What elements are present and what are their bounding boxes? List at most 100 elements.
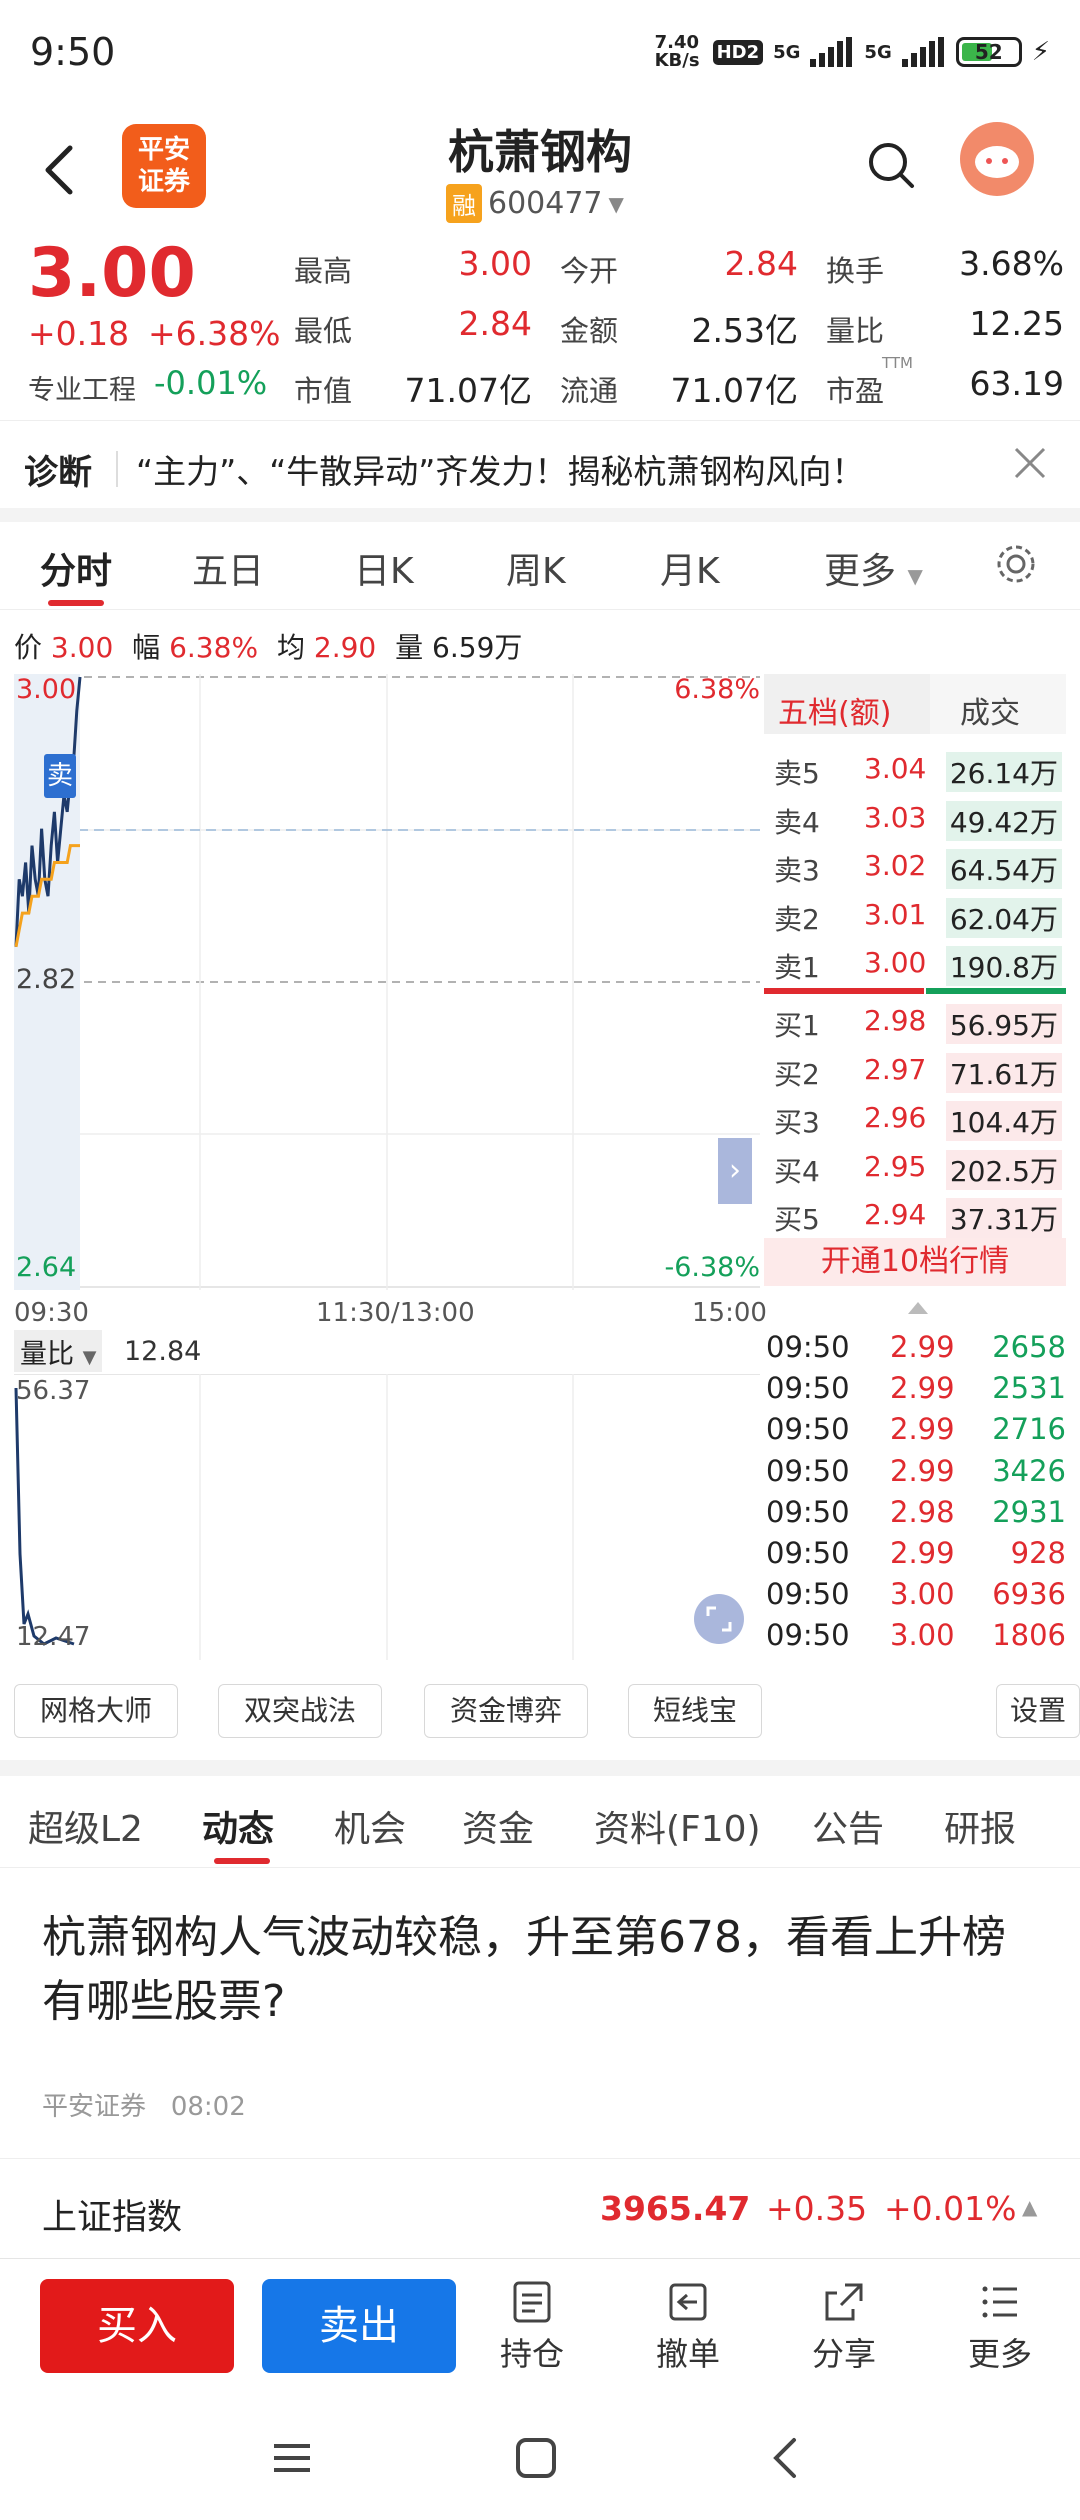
time-axis-mid: 11:30/13:00 — [316, 1298, 475, 1328]
sell-marker[interactable]: 卖 — [44, 754, 76, 798]
volume-ratio-current: 12.84 — [124, 1336, 202, 1367]
chevron-down-icon: ▼ — [82, 1347, 97, 1368]
index-name: 上证指数 — [42, 2198, 183, 2238]
trade-price: 2.99 — [890, 1412, 955, 1447]
volume-ratio-selector[interactable]: 量比 ▼ — [14, 1330, 103, 1372]
signal-icon — [810, 37, 854, 67]
asks-row[interactable]: 卖2 3.01 62.04万 — [764, 890, 1066, 938]
price-axis-top: 3.00 — [16, 674, 77, 705]
volume-ratio-bottom: 12.47 — [16, 1622, 91, 1652]
tab-more[interactable]: 更多 ▼ — [824, 542, 923, 594]
assistant-avatar-icon[interactable] — [960, 122, 1034, 196]
intraday-chart[interactable]: 卖 3.00 2.82 2.64 6.38% -6.38% › — [14, 674, 760, 1290]
signal-icon-2 — [901, 37, 946, 67]
low-label: 最低 — [294, 314, 353, 348]
trade-volume: 3426 — [992, 1453, 1066, 1488]
cancel-order-button[interactable]: 撤单 — [638, 2279, 738, 2375]
asks-row[interactable]: 卖5 3.04 26.14万 — [764, 744, 1066, 792]
bids-row[interactable]: 买5 2.94 37.31万 — [764, 1190, 1066, 1238]
stock-code-selector[interactable]: 融 600477 ▼ — [446, 184, 624, 223]
fullscreen-icon[interactable] — [694, 1594, 744, 1644]
tab-news[interactable]: 动态 — [202, 1800, 274, 1852]
net-5g-label-2: 5G — [864, 41, 892, 63]
tab-daily-k[interactable]: 日K — [354, 542, 414, 594]
price-axis-low: 2.64 — [16, 1252, 77, 1283]
index-pct: +0.01% — [884, 2189, 1017, 2228]
index-ticker[interactable]: 上证指数 3965.47 +0.35 +0.01% ▲ — [0, 2158, 1080, 2258]
chevron-up-icon[interactable]: ▲ — [1022, 2195, 1037, 2219]
asks-row[interactable]: 卖1 3.00 190.8万 — [764, 938, 1066, 986]
bids-row[interactable]: 买2 2.97 71.61万 — [764, 1045, 1066, 1093]
diagnosis-text[interactable]: “主力”、“牛散异动”齐发力！揭秘杭萧钢构风向！ — [136, 445, 864, 493]
asks-volume: 62.04万 — [945, 897, 1062, 938]
asks-row[interactable]: 卖3 3.02 64.54万 — [764, 841, 1066, 889]
amount-label: 金额 — [560, 314, 619, 348]
sector-name[interactable]: 专业工程 — [28, 368, 136, 407]
bids-price: 2.98 — [864, 1004, 927, 1037]
volume-ratio-panel[interactable]: 量比 ▼ 12.84 56.37 12.47 — [14, 1330, 760, 1660]
expand-arrow-icon[interactable]: › — [718, 1138, 752, 1204]
back-nav-icon[interactable] — [764, 2436, 808, 2480]
tool-grid-master[interactable]: 网格大师 — [14, 1684, 178, 1738]
tab-super-l2[interactable]: 超级L2 — [28, 1800, 143, 1852]
tool-capital-game[interactable]: 资金博弈 — [424, 1684, 588, 1738]
trade-time: 09:50 — [766, 1577, 850, 1612]
search-icon[interactable] — [866, 140, 916, 190]
bids-label: 买2 — [774, 1057, 820, 1091]
bids-row[interactable]: 买1 2.98 56.95万 — [764, 996, 1066, 1044]
trade-volume: 2716 — [992, 1412, 1066, 1447]
amp-label: 幅 — [132, 631, 161, 664]
settings-icon[interactable] — [994, 542, 1038, 586]
tab-f10[interactable]: 资料(F10) — [594, 1800, 761, 1852]
tool-settings[interactable]: 设置 — [996, 1684, 1080, 1738]
tab-monthly-k[interactable]: 月K — [660, 542, 720, 594]
share-button[interactable]: 分享 — [794, 2279, 894, 2375]
tab-trades[interactable]: 成交 — [930, 674, 1066, 734]
trade-row: 09:50 2.99 2531 — [766, 1371, 1066, 1412]
holdings-button[interactable]: 持仓 — [482, 2279, 582, 2375]
amount-value: 2.53亿 — [691, 311, 798, 350]
header: 平安 证券 杭萧钢构 融 600477 ▼ — [0, 110, 1080, 230]
menu-nav-icon[interactable] — [270, 2436, 314, 2480]
tab-five-levels[interactable]: 五档(额) — [764, 674, 930, 734]
tab-intraday[interactable]: 分时 — [40, 542, 112, 594]
net-5g-label: 5G — [773, 41, 801, 63]
hd-icon: HD2 — [712, 39, 764, 65]
tool-short-line[interactable]: 短线宝 — [628, 1684, 762, 1738]
asks-volume: 64.54万 — [945, 849, 1062, 889]
trade-time: 09:50 — [766, 1494, 850, 1529]
buy-button[interactable]: 买入 — [40, 2279, 234, 2373]
bids-price: 2.97 — [864, 1052, 927, 1086]
asks-row[interactable]: 卖4 3.03 49.42万 — [764, 793, 1066, 841]
chart-info-bar: 价 3.00 幅 6.38% 均 2.90 量 6.59万 — [14, 626, 522, 666]
list-icon — [513, 2281, 551, 2323]
open-10-levels-button[interactable]: 开通10档行情 — [764, 1238, 1066, 1286]
close-icon[interactable] — [1010, 443, 1050, 483]
tab-weekly-k[interactable]: 周K — [506, 542, 566, 594]
home-nav-icon[interactable] — [514, 2436, 558, 2480]
scroll-up-icon[interactable] — [906, 1298, 930, 1318]
volume-ratio-value: 12.25 — [969, 304, 1064, 343]
news-title[interactable]: 杭萧钢构人气波动较稳，升至第678，看看上升榜有哪些股票? — [42, 1906, 1042, 2034]
tool-double-break[interactable]: 双突战法 — [218, 1684, 382, 1738]
quote-panel: 3.00 +0.18 +6.38% 专业工程 -0.01% 最高 3.00 今开… — [0, 232, 1080, 420]
diagnosis-banner[interactable]: 诊断 “主力”、“牛散异动”齐发力！揭秘杭萧钢构风向！ — [0, 420, 1080, 516]
more-button[interactable]: 更多 — [950, 2279, 1050, 2375]
tab-opportunity[interactable]: 机会 — [334, 1800, 406, 1852]
trade-row: 09:50 2.99 2658 — [766, 1330, 1066, 1371]
tab-research[interactable]: 研报 — [944, 1800, 1016, 1852]
tab-capital[interactable]: 资金 — [462, 1800, 534, 1852]
tab-five-day[interactable]: 五日 — [192, 542, 264, 594]
trade-price: 2.99 — [890, 1330, 955, 1364]
sell-button[interactable]: 卖出 — [262, 2279, 456, 2373]
battery-icon: 52 — [955, 37, 1022, 67]
price-label: 价 — [14, 631, 43, 664]
bids-row[interactable]: 买4 2.95 202.5万 — [764, 1142, 1066, 1190]
bids-row[interactable]: 买3 2.96 104.4万 — [764, 1093, 1066, 1141]
trade-volume: 1806 — [992, 1618, 1066, 1653]
asks-price: 3.01 — [864, 897, 927, 931]
index-value: 3965.47 — [600, 2189, 751, 2228]
current-price: 3.00 — [28, 234, 196, 313]
tab-announcement[interactable]: 公告 — [812, 1800, 884, 1852]
bids-volume: 56.95万 — [945, 1004, 1062, 1044]
